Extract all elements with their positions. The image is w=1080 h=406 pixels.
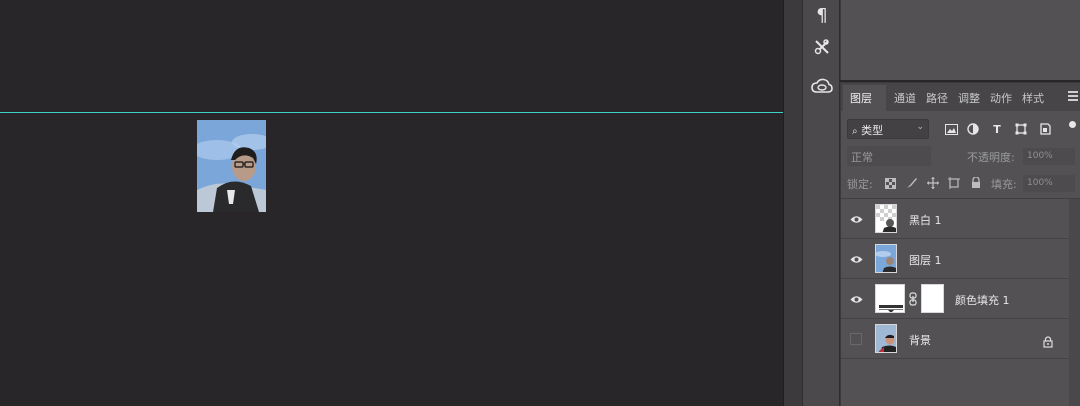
document-canvas[interactable] [0,0,783,406]
lock-label: 锁定: [847,178,873,191]
tab-actions[interactable]: 动作 [990,90,1012,106]
eye-icon[interactable] [849,292,863,306]
panel-tabs: 图层 通道 路径 调整 动作 样式 [841,83,1080,112]
layers-panel: 图层 通道 路径 调整 动作 样式 ⌕ 类型 ⌄ T 正常 不透明度: 100%… [840,82,1080,406]
paragraph-icon[interactable]: ¶ [807,0,837,30]
eye-icon[interactable] [849,252,863,266]
visibility-toggle[interactable] [850,333,862,345]
upper-panel [840,0,1080,80]
photoshop-window: ¶ 图层 通道 路径 调整 动作 样式 ⌕ 类型 ⌄ T 正常 不透明度: 10… [0,0,1080,406]
chevron-down-icon: ⌄ [916,122,924,132]
layer-thumbnail [875,244,897,273]
panel-icon-strip: ¶ [802,0,840,406]
adjustment-filter-icon[interactable] [965,121,981,137]
link-icon[interactable] [909,291,917,306]
eye-icon[interactable] [849,212,863,226]
lock-artboard-icon[interactable] [947,176,961,190]
shape-filter-icon[interactable] [1013,121,1029,137]
filter-label: 类型 [861,124,884,137]
search-icon: ⌕ [852,126,858,137]
lock-transparency-icon[interactable] [883,176,897,190]
fill-label: 填充: [991,178,1017,191]
lock-icon [1043,333,1053,348]
guide-line[interactable] [0,112,783,113]
layer-name[interactable]: 黑白 1 [909,212,942,228]
layer-row[interactable]: 黑白 1 [841,199,1069,239]
tab-layers[interactable]: 图层 [850,90,872,106]
layer-filter-select[interactable]: ⌕ 类型 ⌄ [847,119,929,139]
tab-styles[interactable]: 样式 [1022,90,1044,106]
tab-channels[interactable]: 通道 [894,90,916,106]
pixel-filter-icon[interactable] [943,121,959,137]
canvas-photo [197,120,266,212]
tab-paths[interactable]: 路径 [926,90,948,106]
layer-mask-thumbnail[interactable] [921,284,944,313]
type-filter-icon[interactable]: T [989,121,1005,137]
layer-name[interactable]: 背景 [909,332,931,348]
layer-thumbnail [875,284,905,313]
layer-name[interactable]: 颜色填充 1 [955,292,1010,308]
fill-field[interactable]: 100% [1023,175,1075,192]
layer-thumbnail [875,204,897,233]
layer-thumbnail [875,324,897,353]
lock-position-icon[interactable] [926,176,940,190]
opacity-label: 不透明度: [967,151,1015,164]
opacity-field[interactable]: 100% [1023,148,1075,165]
tab-adjustments[interactable]: 调整 [958,90,980,106]
layers-scrollbar[interactable] [1069,199,1080,406]
layer-row[interactable]: 图层 1 [841,239,1069,279]
layer-row[interactable]: 颜色填充 1 [841,279,1069,319]
layer-row[interactable]: 背景 [841,319,1069,359]
panel-splitter[interactable] [783,0,802,406]
lock-all-icon[interactable] [969,176,983,190]
smart-object-filter-icon[interactable] [1037,121,1053,137]
panel-menu-icon[interactable] [1068,91,1078,101]
lock-pixels-icon[interactable] [905,176,919,190]
blend-mode-select[interactable]: 正常 [847,146,931,166]
tools-icon[interactable] [807,32,837,62]
filter-toggle[interactable] [1069,121,1076,128]
creative-cloud-icon[interactable] [807,72,837,102]
layer-name[interactable]: 图层 1 [909,252,942,268]
